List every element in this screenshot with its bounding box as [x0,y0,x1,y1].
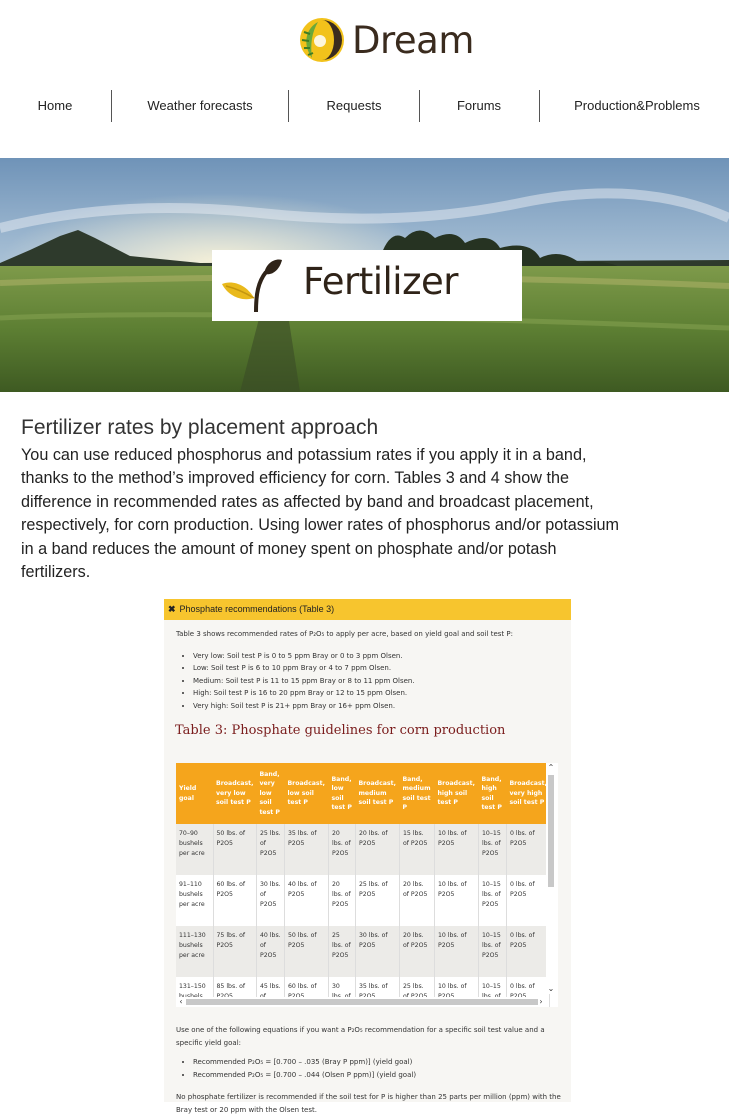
list-item: High: Soil test P is 16 to 20 ppm Bray o… [193,687,415,699]
panel-footer-note: No phosphate fertilizer is recommended i… [176,1093,561,1114]
phosphate-guidelines-table: Yield goal Broadcast, very low soil test… [176,763,551,1007]
table-cell: 40 lbs. of P2O5 [284,875,329,926]
table-cell: 70–90 bushels per acre [176,824,214,875]
soil-test-levels-list: Very low: Soil test P is 0 to 5 ppm Bray… [184,650,415,712]
table-cell: 0 lbs. of P2O5 [506,875,551,926]
list-item: Recommended P₂O₅ = [0.700 – .035 (Bray P… [193,1056,416,1069]
nav-divider [288,90,289,122]
equations-list: Recommended P₂O₅ = [0.700 – .035 (Bray P… [184,1056,416,1081]
table-cell: 10–15 lbs. of P2O5 [478,824,507,875]
scroll-up-icon[interactable]: ⌃ [546,763,556,773]
collapse-icon[interactable]: ✖ [168,604,176,614]
table-cell: 10 lbs. of P2O5 [434,824,479,875]
hero-banner: Fertilizer [0,158,729,392]
nav-item-requests[interactable]: Requests [305,90,403,122]
nav-item-weather-forecasts[interactable]: Weather forecasts [130,90,270,122]
equation-intro: Use one of the following equations if yo… [176,1026,545,1047]
column-header: Broadcast, medium soil test P [355,763,400,824]
nav-item-forums[interactable]: Forums [435,90,523,122]
brand-name: Dream [352,18,474,62]
table-cell: 0 lbs. of P2O5 [506,926,551,977]
table-title: Table 3: Phosphate guidelines for corn p… [175,723,506,738]
column-header: Broadcast, high soil test P [434,763,479,824]
column-header: Broadcast, very low soil test P [213,763,257,824]
column-header: Band, medium soil test P [399,763,435,824]
table-cell: 30 lbs. of P2O5 [256,875,285,926]
panel-header-title: Phosphate recommendations (Table 3) [179,604,335,614]
column-header: Broadcast, low soil test P [284,763,329,824]
nav-item-home[interactable]: Home [20,90,90,122]
table-cell: 75 lbs. of P2O5 [213,926,257,977]
sprout-leaf-icon [222,259,282,313]
section-heading: Fertilizer rates by placement approach [21,416,379,439]
column-header: Yield goal [176,763,213,824]
site-logo[interactable]: Dream [296,12,474,68]
table-cell: 15 lbs. of P2O5 [399,824,435,875]
column-header: Band, low soil test P [328,763,356,824]
table-cell: 40 lbs. of P2O5 [256,926,285,977]
hero-title: Fertilizer [303,260,458,303]
panel-header[interactable]: ✖ Phosphate recommendations (Table 3) [164,599,571,620]
scroll-left-icon[interactable]: ‹ [176,997,186,1007]
table-cell: 20 lbs. of P2O5 [399,875,435,926]
table-cell: 10–15 lbs. of P2O5 [478,926,507,977]
table-row: 111–130 bushels per acre 75 lbs. of P2O5… [176,926,551,977]
table-cell: 10 lbs. of P2O5 [434,875,479,926]
column-header: Broadcast, very high soil test P [506,763,550,824]
table-cell: 0 lbs. of P2O5 [506,824,551,875]
table-cell: 25 lbs. of P2O5 [355,875,400,926]
table-vertical-scrollbar[interactable]: ⌃ ⌄ [546,763,556,994]
table-horizontal-scrollbar[interactable]: ‹ › [176,997,546,1007]
nav-item-production-problems[interactable]: Production&Problems [560,90,714,122]
table-cell: 10 lbs. of P2O5 [434,926,479,977]
list-item: Recommended P₂O₅ = [0.700 – .044 (Olsen … [193,1069,416,1082]
nav-divider [539,90,540,122]
nav-divider [419,90,420,122]
scrollbar-thumb[interactable] [186,999,538,1005]
table-cell: 91–110 bushels per acre [176,875,214,926]
table-cell: 20 lbs. of P2O5 [355,824,400,875]
hero-title-card: Fertilizer [212,250,522,321]
list-item: Very high: Soil test P is 21+ ppm Bray o… [193,700,415,712]
column-header: Band, very low soil test P [256,763,285,824]
nav-divider [111,90,112,122]
table-cell: 20 lbs. of P2O5 [328,875,356,926]
list-item: Medium: Soil test P is 11 to 15 ppm Bray… [193,675,415,687]
table-cell: 50 lbs. of P2O5 [213,824,257,875]
table-header-row: Yield goal Broadcast, very low soil test… [176,763,550,824]
table-cell: 20 lbs. of P2O5 [328,824,356,875]
table-cell: 10–15 lbs. of P2O5 [478,875,507,926]
table-scroll-area[interactable]: Yield goal Broadcast, very low soil test… [176,763,558,1007]
panel-intro: Table 3 shows recommended rates of P₂O₅ … [176,630,513,638]
table-cell: 25 lbs. of P2O5 [328,926,356,977]
table-cell: 30 lbs. of P2O5 [355,926,400,977]
list-item: Very low: Soil test P is 0 to 5 ppm Bray… [193,650,415,662]
table-cell: 111–130 bushels per acre [176,926,214,977]
table-row: 91–110 bushels per acre 60 lbs. of P2O5 … [176,875,551,926]
table-row: 70–90 bushels per acre 50 lbs. of P2O5 2… [176,824,551,875]
phosphate-recommendations-panel: ✖ Phosphate recommendations (Table 3) Tab… [164,599,571,1114]
scroll-down-icon[interactable]: ⌄ [546,984,556,994]
table-cell: 35 lbs. of P2O5 [284,824,329,875]
list-item: Low: Soil test P is 6 to 10 ppm Bray or … [193,662,415,674]
scrollbar-thumb[interactable] [548,775,554,887]
table-cell: 25 lbs. of P2O5 [256,824,285,875]
table-cell: 60 lbs. of P2O5 [213,875,257,926]
main-nav: Home Weather forecasts Requests Forums P… [0,90,729,122]
section-body: You can use reduced phosphorus and potas… [21,446,620,582]
table-cell: 50 lbs. of P2O5 [284,926,329,977]
column-header: Band, high soil test P [478,763,507,824]
table-cell: 20 lbs. of P2O5 [399,926,435,977]
logo-emblem-icon [300,18,344,62]
scroll-right-icon[interactable]: › [536,997,546,1007]
